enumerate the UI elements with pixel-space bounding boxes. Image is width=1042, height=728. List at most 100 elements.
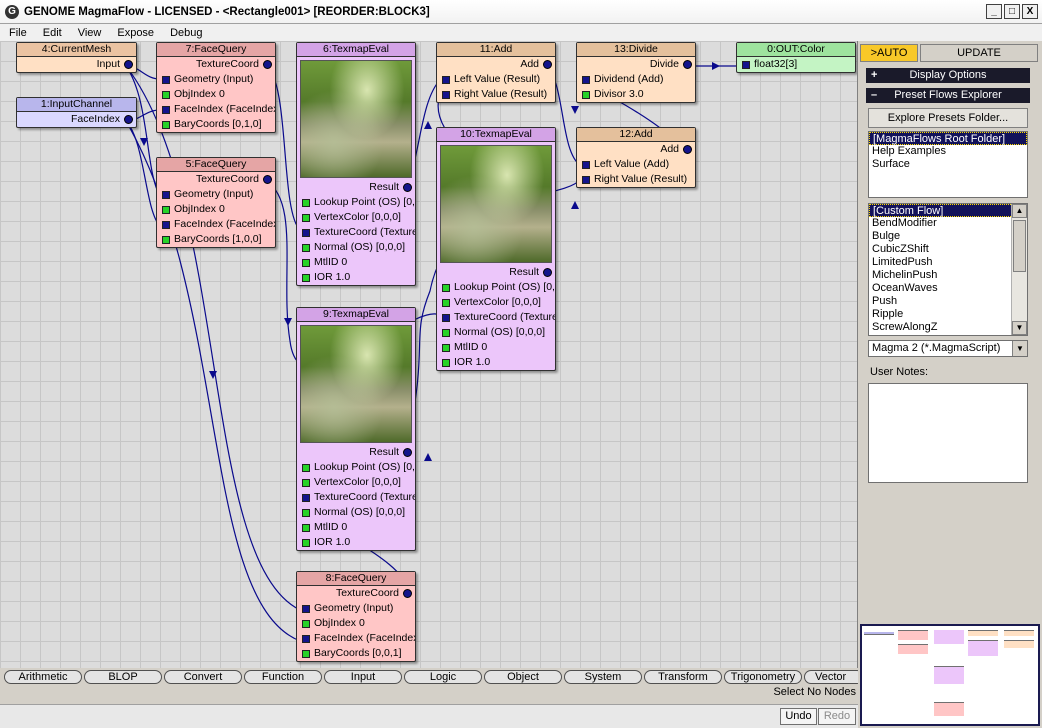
input-row[interactable]: Geometry (Input) bbox=[157, 72, 275, 87]
tab-input[interactable]: Input bbox=[324, 670, 402, 684]
input-row[interactable]: ObjIndex 0 bbox=[157, 87, 275, 102]
input-socket-icon[interactable] bbox=[582, 76, 590, 84]
auto-button[interactable]: >AUTO bbox=[860, 44, 918, 62]
tab-system[interactable]: System bbox=[564, 670, 642, 684]
input-row[interactable]: Lookup Point (OS) [0,0,0] bbox=[297, 460, 415, 475]
input-row[interactable]: BaryCoords [0,0,1] bbox=[297, 646, 415, 661]
input-row[interactable]: IOR 1.0 bbox=[297, 270, 415, 285]
input-row[interactable]: MtlID 0 bbox=[297, 520, 415, 535]
node-output-color[interactable]: 0:OUT:Color float32[3] bbox=[736, 42, 856, 73]
input-socket-icon[interactable] bbox=[302, 494, 310, 502]
input-socket-icon[interactable] bbox=[302, 229, 310, 237]
output-socket-icon[interactable] bbox=[124, 115, 133, 124]
node-input-channel[interactable]: 1:InputChannel FaceIndex bbox=[16, 97, 137, 128]
input-socket-icon[interactable] bbox=[162, 76, 170, 84]
input-socket-icon[interactable] bbox=[302, 635, 310, 643]
list-item[interactable]: [MagmaFlows Root Folder] bbox=[869, 132, 1027, 145]
output-socket-icon[interactable] bbox=[543, 268, 552, 277]
tab-blop[interactable]: BLOP bbox=[84, 670, 162, 684]
input-row[interactable]: FaceIndex (FaceIndex) bbox=[297, 631, 415, 646]
scroll-down-icon[interactable]: ▼ bbox=[1012, 321, 1027, 335]
tab-object[interactable]: Object bbox=[484, 670, 562, 684]
input-row[interactable]: TextureCoord (TextureCoord) bbox=[297, 490, 415, 505]
input-socket-icon[interactable] bbox=[162, 91, 170, 99]
input-row[interactable]: Geometry (Input) bbox=[297, 601, 415, 616]
input-row[interactable]: Normal (OS) [0,0,0] bbox=[437, 325, 555, 340]
node-texmapeval-10[interactable]: 10:TexmapEval Result Lookup Point (OS) [… bbox=[436, 127, 556, 371]
input-row[interactable]: Right Value (Result) bbox=[437, 87, 555, 102]
input-socket-icon[interactable] bbox=[442, 284, 450, 292]
node-add-12[interactable]: 12:Add Add Left Value (Add) Right Value … bbox=[576, 127, 696, 188]
list-item[interactable]: LimitedPush bbox=[869, 256, 1027, 269]
tab-function[interactable]: Function bbox=[244, 670, 322, 684]
input-row[interactable]: float32[3] bbox=[737, 57, 855, 72]
output-socket-icon[interactable] bbox=[403, 448, 412, 457]
input-row[interactable]: VertexColor [0,0,0] bbox=[297, 475, 415, 490]
input-row[interactable]: Left Value (Result) bbox=[437, 72, 555, 87]
input-row[interactable]: TextureCoord (TextureCoord) bbox=[437, 310, 555, 325]
input-row[interactable]: MtlID 0 bbox=[297, 255, 415, 270]
list-item[interactable]: Push bbox=[869, 295, 1027, 308]
input-socket-icon[interactable] bbox=[302, 199, 310, 207]
list-item[interactable]: BendModifier bbox=[869, 217, 1027, 230]
input-row[interactable]: BaryCoords [0,1,0] bbox=[157, 117, 275, 132]
list-item[interactable]: Ripple bbox=[869, 308, 1027, 321]
input-socket-icon[interactable] bbox=[442, 359, 450, 367]
output-socket-icon[interactable] bbox=[403, 589, 412, 598]
input-socket-icon[interactable] bbox=[442, 344, 450, 352]
input-socket-icon[interactable] bbox=[302, 650, 310, 658]
list-item[interactable]: Surface bbox=[869, 158, 1027, 171]
menu-view[interactable]: View bbox=[69, 27, 109, 39]
node-facequery-7[interactable]: 7:FaceQuery TextureCoord Geometry (Input… bbox=[156, 42, 276, 133]
input-socket-icon[interactable] bbox=[162, 191, 170, 199]
output-socket-icon[interactable] bbox=[263, 175, 272, 184]
input-socket-icon[interactable] bbox=[302, 259, 310, 267]
preset-list[interactable]: [Custom Flow] BendModifier Bulge CubicZS… bbox=[868, 203, 1028, 336]
input-row[interactable]: VertexColor [0,0,0] bbox=[297, 210, 415, 225]
input-socket-icon[interactable] bbox=[302, 524, 310, 532]
list-item[interactable]: Help Examples bbox=[869, 145, 1027, 158]
input-socket-icon[interactable] bbox=[742, 61, 750, 69]
scroll-up-icon[interactable]: ▲ bbox=[1012, 204, 1027, 218]
tab-transform[interactable]: Transform bbox=[644, 670, 722, 684]
input-row[interactable]: Normal (OS) [0,0,0] bbox=[297, 240, 415, 255]
list-item[interactable]: [Custom Flow] bbox=[869, 204, 1027, 217]
node-texmapeval-9[interactable]: 9:TexmapEval Result Lookup Point (OS) [0… bbox=[296, 307, 416, 551]
menu-expose[interactable]: Expose bbox=[108, 27, 161, 39]
list-item[interactable]: ScrewAlongZ bbox=[869, 321, 1027, 334]
filetype-select[interactable]: Magma 2 (*.MagmaScript) ▼ bbox=[868, 340, 1028, 357]
input-row[interactable]: IOR 1.0 bbox=[437, 355, 555, 370]
node-facequery-5[interactable]: 5:FaceQuery TextureCoord Geometry (Input… bbox=[156, 157, 276, 248]
node-divide-13[interactable]: 13:Divide Divide Dividend (Add) Divisor … bbox=[576, 42, 696, 103]
node-current-mesh[interactable]: 4:CurrentMesh Input bbox=[16, 42, 137, 73]
input-socket-icon[interactable] bbox=[302, 214, 310, 222]
tab-trigonometry[interactable]: Trigonometry bbox=[724, 670, 802, 684]
minimap[interactable] bbox=[860, 624, 1040, 726]
input-row[interactable]: Left Value (Add) bbox=[577, 157, 695, 172]
output-socket-icon[interactable] bbox=[683, 60, 692, 69]
input-socket-icon[interactable] bbox=[442, 91, 450, 99]
input-row[interactable]: Dividend (Add) bbox=[577, 72, 695, 87]
input-socket-icon[interactable] bbox=[442, 314, 450, 322]
input-row[interactable]: BaryCoords [1,0,0] bbox=[157, 232, 275, 247]
update-button[interactable]: UPDATE bbox=[920, 44, 1038, 62]
undo-button[interactable]: Undo bbox=[780, 708, 817, 725]
input-row[interactable]: FaceIndex (FaceIndex) bbox=[157, 217, 275, 232]
input-socket-icon[interactable] bbox=[162, 236, 170, 244]
redo-button[interactable]: Redo bbox=[818, 708, 856, 725]
input-socket-icon[interactable] bbox=[302, 509, 310, 517]
node-facequery-8[interactable]: 8:FaceQuery TextureCoord Geometry (Input… bbox=[296, 571, 416, 662]
menu-file[interactable]: File bbox=[0, 27, 34, 39]
input-row[interactable]: MtlID 0 bbox=[437, 340, 555, 355]
input-row[interactable]: Normal (OS) [0,0,0] bbox=[297, 505, 415, 520]
tab-vector[interactable]: Vector bbox=[804, 670, 858, 684]
input-row[interactable]: VertexColor [0,0,0] bbox=[437, 295, 555, 310]
flow-canvas[interactable]: 4:CurrentMesh Input 1:InputChannel FaceI… bbox=[0, 41, 858, 668]
input-socket-icon[interactable] bbox=[162, 221, 170, 229]
input-socket-icon[interactable] bbox=[442, 329, 450, 337]
input-socket-icon[interactable] bbox=[302, 539, 310, 547]
node-texmapeval-6[interactable]: 6:TexmapEval Result Lookup Point (OS) [0… bbox=[296, 42, 416, 286]
output-socket-icon[interactable] bbox=[124, 60, 133, 69]
input-socket-icon[interactable] bbox=[582, 91, 590, 99]
output-socket-icon[interactable] bbox=[543, 60, 552, 69]
